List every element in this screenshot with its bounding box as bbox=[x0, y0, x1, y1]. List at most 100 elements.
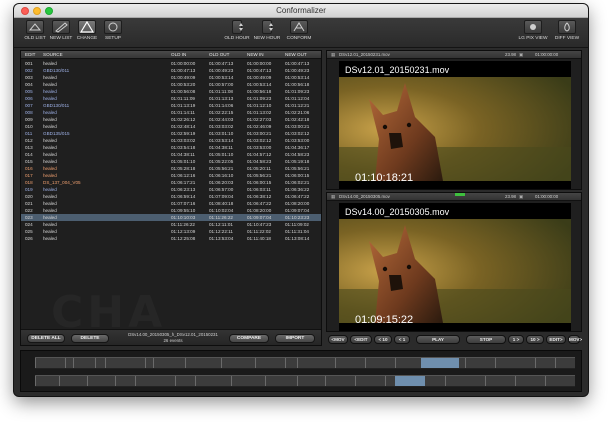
cell-new-in: 01:09:07:04 bbox=[247, 215, 272, 220]
cell-source: healed bbox=[43, 61, 57, 66]
timeline-edit-marker bbox=[385, 376, 386, 386]
table-row[interactable]: 017 healed 01:06:12:16 01:06:16:10 01:05:56:… bbox=[21, 172, 321, 179]
delete-all-button[interactable]: DELETE ALL bbox=[27, 334, 65, 343]
table-row[interactable]: 004 healed 01:00:53:20 01:00:57:00 01:00:53:… bbox=[21, 81, 321, 88]
timeline-edit-marker bbox=[35, 376, 36, 386]
cell-new-in: 01:01:13:02 bbox=[247, 110, 272, 115]
table-row[interactable]: 011 GBD135/015 01:02:59:19 01:03:01:10 01:03… bbox=[21, 130, 321, 137]
table-row[interactable]: 021 healed 01:07:07:16 01:08:40:18 01:06:47:… bbox=[21, 200, 321, 207]
timeline-edit-marker bbox=[73, 358, 74, 368]
diff-view-button[interactable]: DIFF VIEW bbox=[552, 20, 582, 41]
cell-new-in: 01:04:58:23 bbox=[247, 159, 272, 164]
table-row[interactable]: 005 healed 01:00:56:08 01:01:11:08 01:00:56:… bbox=[21, 88, 321, 95]
cell-new-out: 01:06:36:22 bbox=[285, 187, 310, 192]
cell-source: healed bbox=[43, 159, 57, 164]
back-1-button[interactable]: < 1 bbox=[394, 335, 410, 344]
table-row[interactable]: 003 healed 01:00:49:09 01:00:53:14 01:00:49:… bbox=[21, 74, 321, 81]
table-row[interactable]: 008 healed 01:01:14:11 01:02:22:15 01:01:13:… bbox=[21, 109, 321, 116]
play-button[interactable]: PLAY bbox=[416, 335, 460, 344]
cell-old-in: 01:11:26:22 bbox=[171, 222, 195, 227]
forward-10-button[interactable]: 10 > bbox=[526, 335, 544, 344]
cell-edit: 019 bbox=[25, 187, 33, 192]
compare-button[interactable]: COMPARE bbox=[229, 334, 269, 343]
table-row[interactable]: 014 healed 01:04:38:11 01:05:01:10 01:04:57:… bbox=[21, 151, 321, 158]
cell-new-out: 01:03:00:21 bbox=[285, 124, 310, 129]
cell-new-out: 01:00:56:18 bbox=[285, 82, 310, 87]
timeline-edit-marker bbox=[485, 376, 486, 386]
old-viewer-header: ▦ DSv12.01_20150231.mov 23.98 ▣ 01:00:00… bbox=[327, 51, 581, 59]
table-row[interactable]: 023 healed 01:10:10:03 01:11:26:22 01:09:07:… bbox=[21, 214, 321, 221]
table-row[interactable]: 007 GBD130/011 01:01:13:19 01:01:14:06 01:01… bbox=[21, 102, 321, 109]
cell-old-out: 01:00:53:14 bbox=[209, 75, 234, 80]
cell-old-out: 01:05:22:05 bbox=[209, 159, 234, 164]
cell-new-in: 01:06:47:22 bbox=[247, 201, 272, 206]
table-row[interactable]: 006 healed 01:01:11:09 01:01:13:13 01:01:09:… bbox=[21, 95, 321, 102]
cell-new-out: 01:00:53:14 bbox=[285, 75, 310, 80]
table-row[interactable]: 018 DS_137_004_V05 01:06:17:21 01:06:20:03 0… bbox=[21, 179, 321, 186]
column-header-source[interactable]: SOURCE bbox=[43, 52, 63, 57]
cell-old-in: 01:05:28:18 bbox=[171, 166, 196, 171]
table-row[interactable]: 009 healed 01:02:26:12 01:02:44:03 01:02:27:… bbox=[21, 116, 321, 123]
old-hour-label: OLD HOUR bbox=[224, 36, 250, 41]
table-row[interactable]: 010 healed 01:02:48:14 01:03:03:02 01:02:46:… bbox=[21, 123, 321, 130]
table-row[interactable]: 025 healed 01:12:13:09 01:12:22:11 01:11:22:… bbox=[21, 228, 321, 235]
table-row[interactable]: 002 GBD130/011 01:00:47:13 01:00:49:23 01:00… bbox=[21, 67, 321, 74]
table-row[interactable]: 024 healed 01:11:26:22 01:12:11:01 01:10:47:… bbox=[21, 221, 321, 228]
prev-movie-button[interactable]: <MOV bbox=[328, 335, 348, 344]
stop-button[interactable]: STOP bbox=[466, 335, 506, 344]
table-row[interactable]: 001 healed 01:00:00:00 01:00:47:13 01:00:00:… bbox=[21, 60, 321, 67]
import-button[interactable]: IMPORT bbox=[275, 334, 315, 343]
timeline-edit-marker bbox=[59, 376, 60, 386]
cell-old-out: 01:11:26:22 bbox=[209, 215, 233, 220]
prev-edit-button[interactable]: <EDIT bbox=[350, 335, 372, 344]
column-header-new-out[interactable]: NEW OUT bbox=[285, 52, 307, 57]
table-row[interactable]: 022 healed 01:09:55:10 01:10:02:04 01:08:20:… bbox=[21, 207, 321, 214]
back-10-button[interactable]: < 10 bbox=[374, 335, 392, 344]
old-video-timecode: 01:10:18:21 bbox=[355, 172, 414, 184]
table-row[interactable]: 012 healed 01:03:03:02 01:03:53:14 01:03:02:… bbox=[21, 137, 321, 144]
old-video-frame[interactable]: DSv12.01_20150231.mov 01:10:18:21 bbox=[339, 61, 571, 189]
cell-new-in: 01:10:47:23 bbox=[247, 222, 272, 227]
setup-button[interactable]: SETUP bbox=[98, 20, 128, 41]
trash-icon[interactable]: ▣ bbox=[519, 52, 523, 58]
cell-edit: 024 bbox=[25, 222, 33, 227]
new-video-frame[interactable]: DSv14.00_20150305.mov 01:09:15:22 bbox=[339, 203, 571, 331]
cell-source: healed bbox=[43, 82, 57, 87]
table-row[interactable]: 026 healed 01:12:25:08 01:13:53:04 01:11:40:… bbox=[21, 235, 321, 242]
column-header-edit[interactable]: EDIT bbox=[25, 52, 35, 57]
lg-pix-view-button[interactable]: LG PIX VIEW bbox=[518, 20, 548, 41]
cell-new-in: 01:00:53:14 bbox=[247, 82, 272, 87]
next-movie-button[interactable]: MOV> bbox=[568, 335, 582, 344]
column-header-old-out[interactable]: OLD OUT bbox=[209, 52, 229, 57]
cell-source: healed bbox=[43, 152, 57, 157]
table-row[interactable]: 019 healed 01:06:23:13 01:06:57:00 01:06:03:… bbox=[21, 186, 321, 193]
table-row[interactable]: 015 healed 01:05:01:10 01:05:22:05 01:04:58:… bbox=[21, 158, 321, 165]
old-hour-button[interactable]: OLD HOUR bbox=[222, 20, 252, 41]
cell-new-in: 01:02:46:09 bbox=[247, 124, 272, 129]
cell-old-in: 01:00:00:00 bbox=[171, 61, 196, 66]
trash-icon[interactable]: ▣ bbox=[519, 194, 523, 200]
table-row[interactable]: 016 healed 01:05:28:18 01:05:56:21 01:05:20:… bbox=[21, 165, 321, 172]
column-header-new-in[interactable]: NEW IN bbox=[247, 52, 264, 57]
forward-1-button[interactable]: 1 > bbox=[508, 335, 524, 344]
cell-old-out: 01:03:03:02 bbox=[209, 124, 234, 129]
new-hour-button[interactable]: NEW HOUR bbox=[252, 20, 282, 41]
cell-source: healed bbox=[43, 89, 57, 94]
cell-old-out: 01:02:22:15 bbox=[209, 110, 234, 115]
next-edit-button[interactable]: EDIT> bbox=[546, 335, 566, 344]
delete-button[interactable]: DELETE bbox=[71, 334, 109, 343]
old-timeline-track[interactable] bbox=[35, 357, 575, 369]
table-row[interactable]: 020 healed 01:06:59:14 01:07:09:04 01:06:38:… bbox=[21, 193, 321, 200]
cell-source: healed bbox=[43, 138, 57, 143]
conform-button[interactable]: CONFORM bbox=[284, 20, 314, 41]
cell-old-in: 01:00:49:09 bbox=[171, 75, 196, 80]
column-header-old-in[interactable]: OLD IN bbox=[171, 52, 186, 57]
cell-edit: 017 bbox=[25, 173, 33, 178]
table-row[interactable]: 013 healed 01:03:54:18 01:04:38:11 01:03:53:… bbox=[21, 144, 321, 151]
edit-timeline[interactable] bbox=[20, 350, 582, 392]
new-viewer-fps: 23.98 bbox=[505, 194, 516, 199]
cell-source: GBD135/015 bbox=[43, 131, 70, 136]
cell-old-in: 01:03:03:02 bbox=[171, 138, 196, 143]
new-timeline-track[interactable] bbox=[35, 375, 575, 387]
cell-old-out: 01:07:09:04 bbox=[209, 194, 234, 199]
